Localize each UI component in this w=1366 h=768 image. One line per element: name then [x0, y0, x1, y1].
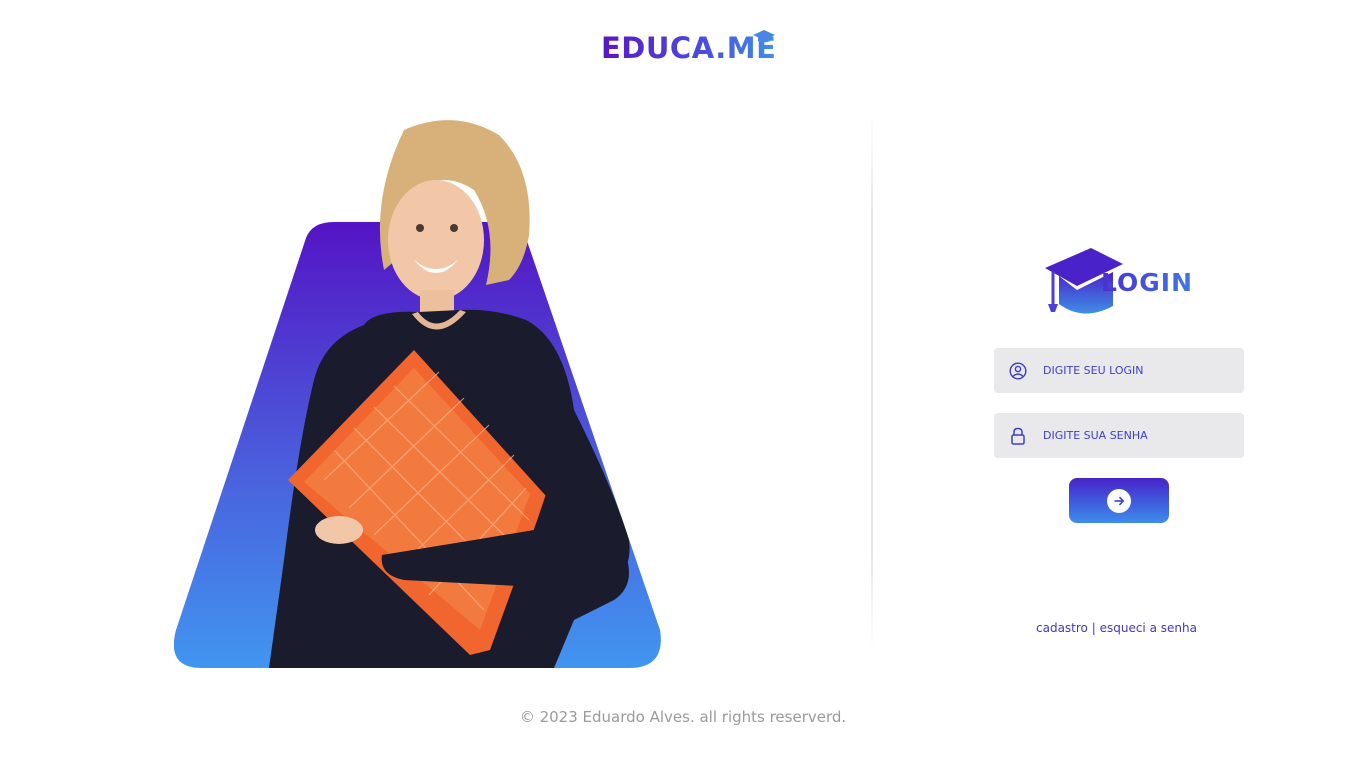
- register-link[interactable]: cadastro: [1036, 621, 1088, 635]
- auth-links: cadastro | esqueci a senha: [1036, 621, 1236, 635]
- login-logo: LOGIN: [1043, 246, 1203, 318]
- hero-illustration: [174, 110, 664, 670]
- person-hand: [315, 516, 363, 544]
- password-field[interactable]: [994, 412, 1244, 459]
- footer-copyright: © 2023 Eduardo Alves. all rights reserve…: [519, 708, 847, 726]
- brand-logo[interactable]: EDUCA.ME: [601, 30, 781, 66]
- person-face: [388, 180, 484, 300]
- links-separator: |: [1091, 621, 1096, 635]
- arrow-right-icon: [1107, 488, 1131, 513]
- forgot-password-link[interactable]: esqueci a senha: [1100, 621, 1197, 635]
- user-circle-icon: [1008, 361, 1028, 381]
- login-field[interactable]: [994, 347, 1244, 394]
- vertical-divider: [871, 112, 873, 654]
- password-input[interactable]: [1041, 412, 1235, 459]
- login-input[interactable]: [1041, 347, 1235, 394]
- login-title: LOGIN: [1101, 268, 1194, 297]
- graduation-cap-icon: [753, 30, 775, 43]
- login-submit-button[interactable]: [1069, 478, 1169, 523]
- lock-icon: [1008, 426, 1028, 446]
